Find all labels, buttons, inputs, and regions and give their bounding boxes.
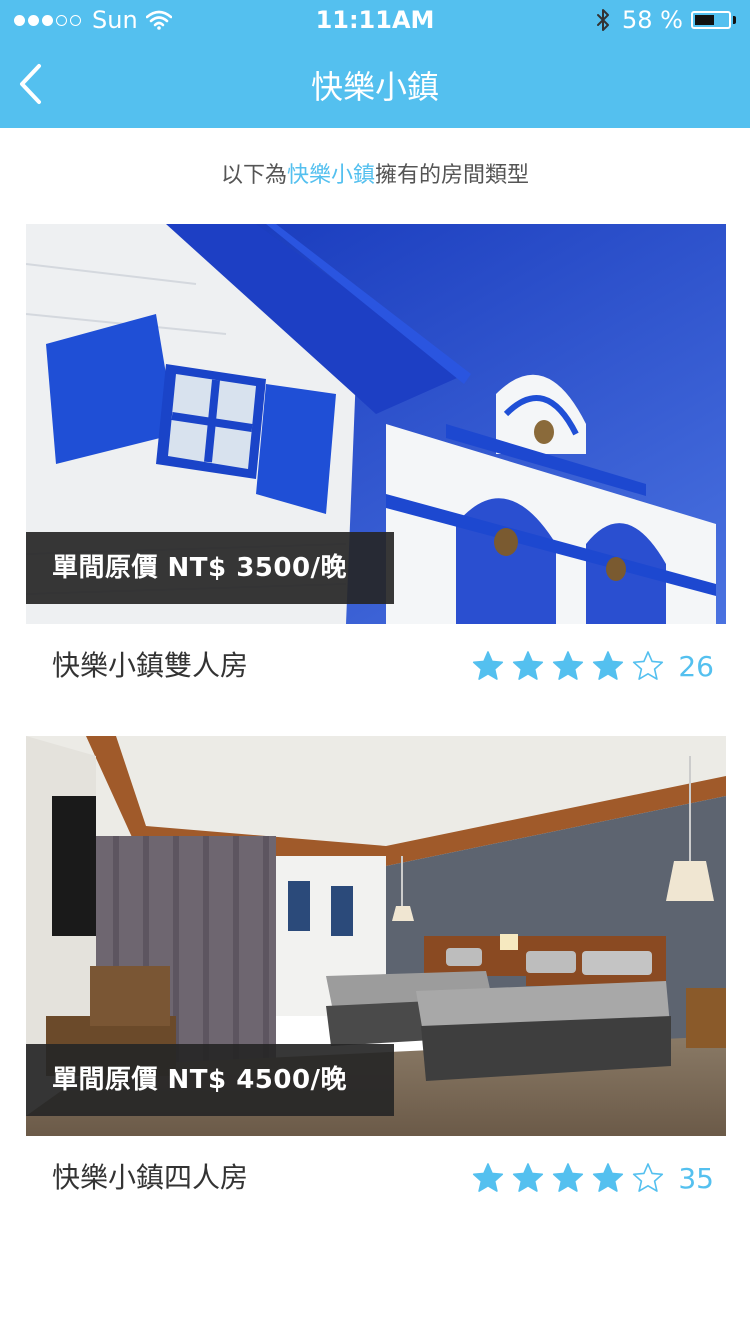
room-meta: 快樂小鎮四人房 35 <box>26 1136 726 1224</box>
star-filled-icon <box>592 1162 624 1194</box>
star-empty-icon <box>632 1162 664 1194</box>
star-filled-icon <box>552 650 584 682</box>
intro-suffix: 擁有的房間類型 <box>375 163 530 188</box>
star-filled-icon <box>472 1162 504 1194</box>
star-filled-icon <box>552 1162 584 1194</box>
room-photo[interactable]: 單間原價 NT$ 3500/晚 <box>26 224 726 624</box>
battery-cap <box>733 16 736 24</box>
star-empty-icon <box>632 650 664 682</box>
battery-icon <box>691 11 731 29</box>
star-filled-icon <box>512 650 544 682</box>
star-filled-icon <box>472 650 504 682</box>
app-header: Sun 11:11AM 58 % 快樂小鎮 <box>0 0 750 128</box>
star-filled-icon <box>512 1162 544 1194</box>
battery-fill <box>695 15 714 25</box>
intro-highlight[interactable]: 快樂小鎮 <box>287 163 375 188</box>
room-card[interactable]: 單間原價 NT$ 4500/晚 快樂小鎮四人房 35 <box>26 736 726 1224</box>
status-bar: Sun 11:11AM 58 % <box>0 0 750 40</box>
status-right: 58 % <box>596 6 736 34</box>
star-rating: 35 <box>464 1156 714 1200</box>
intro-text: 以下為快樂小鎮擁有的房間類型 <box>0 158 750 194</box>
room-photo[interactable]: 單間原價 NT$ 4500/晚 <box>26 736 726 1136</box>
price-tag: 單間原價 NT$ 3500/晚 <box>26 532 394 604</box>
review-count: 26 <box>678 649 714 683</box>
page-title: 快樂小鎮 <box>310 68 439 106</box>
room-meta: 快樂小鎮雙人房 26 <box>26 624 726 712</box>
room-name[interactable]: 快樂小鎮雙人房 <box>52 646 248 686</box>
review-count: 35 <box>678 1161 714 1195</box>
star-filled-icon <box>592 650 624 682</box>
room-card[interactable]: 單間原價 NT$ 3500/晚 快樂小鎮雙人房 26 <box>26 224 726 712</box>
star-rating: 26 <box>464 644 714 688</box>
bluetooth-icon <box>596 8 610 32</box>
room-name[interactable]: 快樂小鎮四人房 <box>52 1158 248 1198</box>
intro-prefix: 以下為 <box>220 163 287 188</box>
price-tag: 單間原價 NT$ 4500/晚 <box>26 1044 394 1116</box>
battery-percent: 58 % <box>622 6 683 34</box>
